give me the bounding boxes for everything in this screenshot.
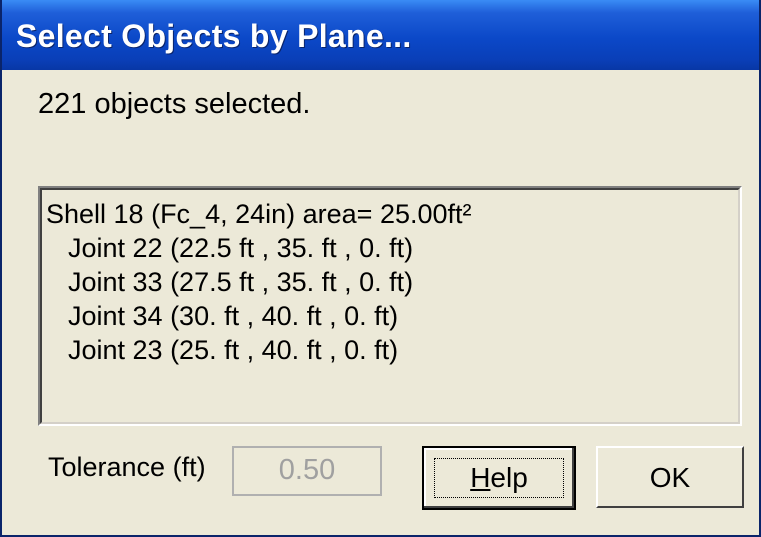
list-item-joint: Joint 34 (30. ft , 40. ft , 0. ft)	[68, 301, 399, 331]
ok-button[interactable]: OK	[596, 446, 744, 508]
selection-status: 221 objects selected.	[38, 88, 311, 120]
ok-button-label: OK	[649, 462, 691, 493]
list-item-shell: Shell 18 (Fc_4, 24in) area= 25.00ft²	[46, 199, 472, 229]
window-title: Select Objects by Plane...	[16, 18, 412, 54]
tolerance-label: Tolerance (ft)	[48, 452, 206, 482]
tolerance-input[interactable]: 0.50	[232, 446, 382, 496]
help-label-rest: elp	[490, 462, 528, 493]
list-item-joint: Joint 33 (27.5 ft , 35. ft , 0. ft)	[68, 267, 414, 297]
select-objects-dialog: Select Objects by Plane... 221 objects s…	[0, 0, 761, 537]
list-item-joint: Joint 23 (25. ft , 40. ft , 0. ft)	[68, 335, 399, 365]
title-bar[interactable]: Select Objects by Plane...	[2, 0, 759, 70]
object-info-list[interactable]: Shell 18 (Fc_4, 24in) area= 25.00ft² Joi…	[38, 186, 742, 426]
help-mnemonic: H	[470, 462, 491, 493]
help-button-label: Help	[424, 462, 574, 494]
list-item-joint: Joint 22 (22.5 ft , 35. ft , 0. ft)	[68, 233, 414, 263]
help-button[interactable]: Help	[422, 446, 576, 510]
